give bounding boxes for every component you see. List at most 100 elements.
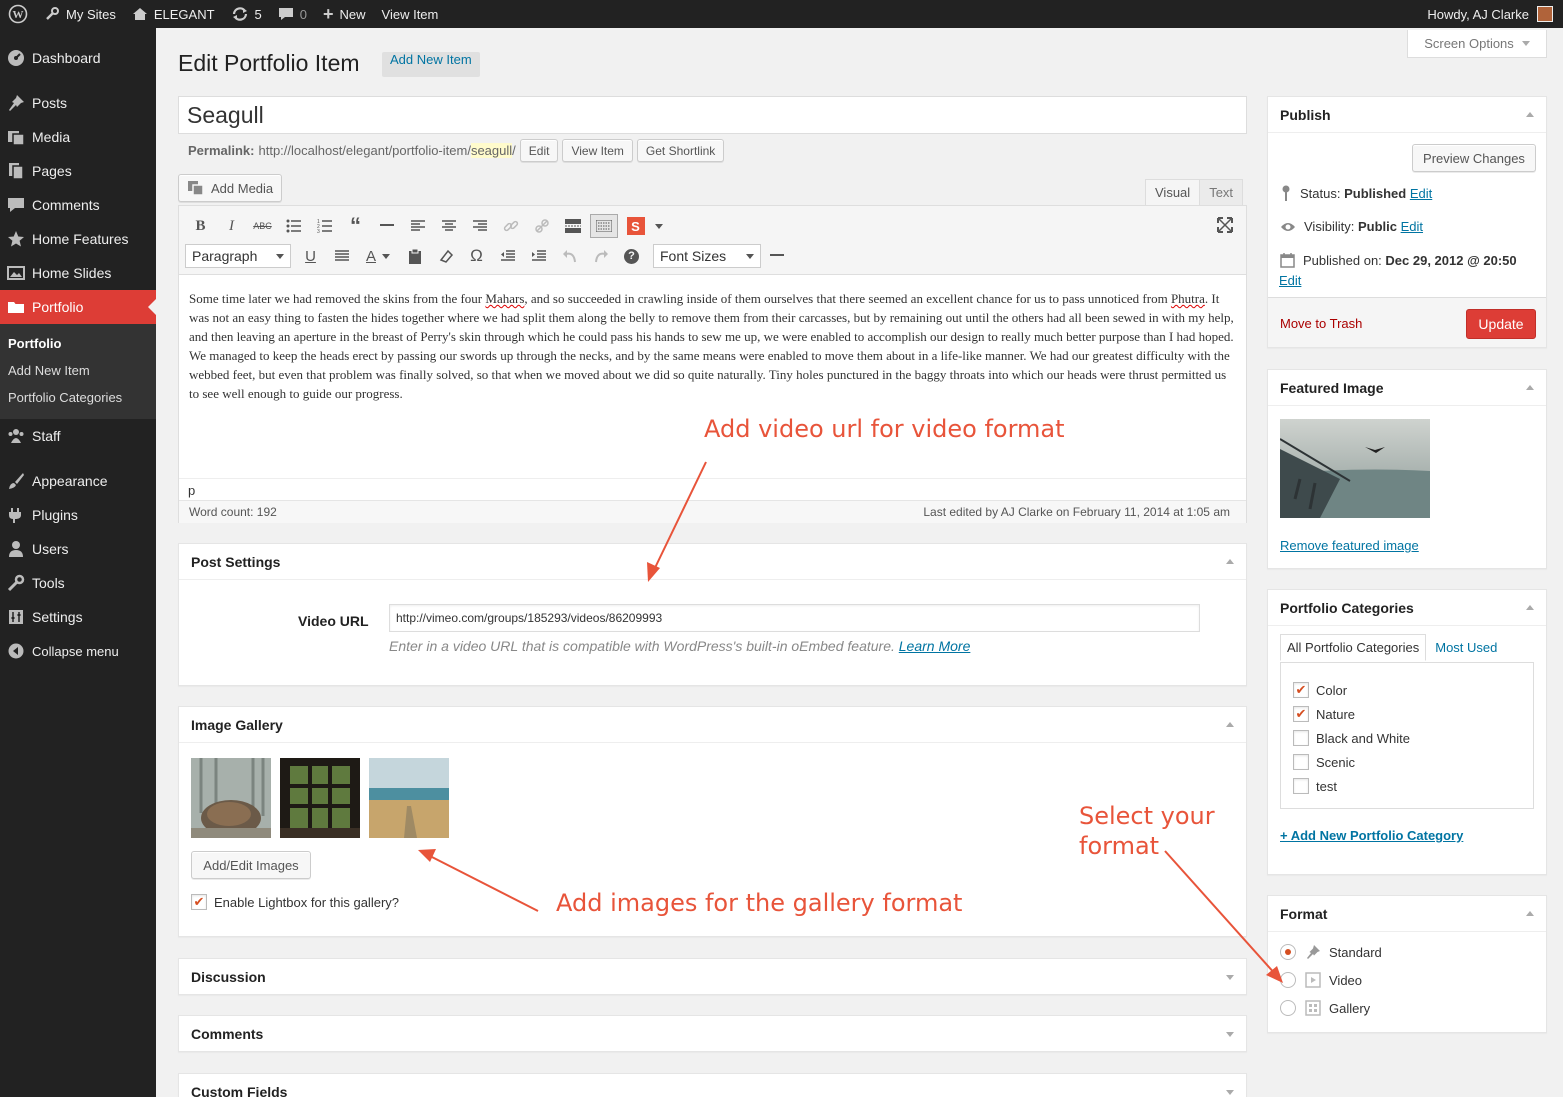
- fullscreen-icon[interactable]: [1209, 212, 1240, 238]
- category-checkbox[interactable]: ✔: [1293, 706, 1309, 722]
- sidebar-item-media[interactable]: Media: [0, 120, 156, 154]
- edit-permalink-button[interactable]: Edit: [519, 139, 559, 162]
- align-right-icon[interactable]: [464, 213, 495, 239]
- screen-options-button[interactable]: Screen Options: [1407, 30, 1547, 58]
- format-radio-standard[interactable]: [1280, 944, 1296, 960]
- sidebar-item-staff[interactable]: Staff: [0, 419, 156, 453]
- paste-text-icon[interactable]: [399, 243, 430, 269]
- submenu-item-categories[interactable]: Portfolio Categories: [0, 384, 156, 411]
- add-edit-images-button[interactable]: Add/Edit Images: [191, 851, 311, 879]
- gallery-thumbnail-firewood[interactable]: [191, 758, 271, 838]
- sidebar-item-settings[interactable]: Settings: [0, 600, 156, 634]
- new-content-menu[interactable]: + New: [315, 0, 374, 28]
- edit-date-link[interactable]: Edit: [1279, 273, 1301, 288]
- add-media-button[interactable]: Add Media: [178, 174, 283, 202]
- tab-text[interactable]: Text: [1200, 179, 1244, 206]
- sidebar-item-home-features[interactable]: Home Features: [0, 222, 156, 256]
- get-shortlink-button[interactable]: Get Shortlink: [636, 139, 725, 162]
- collapse-arrow-icon[interactable]: [1226, 559, 1234, 564]
- submenu-item-add-new[interactable]: Add New Item: [0, 357, 156, 384]
- featured-image-header[interactable]: Featured Image: [1268, 370, 1546, 406]
- collapse-arrow-icon[interactable]: [1226, 722, 1234, 727]
- font-sizes-select[interactable]: Font Sizes: [653, 244, 761, 268]
- preview-changes-button[interactable]: Preview Changes: [1412, 144, 1536, 172]
- help-icon[interactable]: ?: [616, 243, 647, 269]
- paragraph-format-select[interactable]: Paragraph: [185, 244, 291, 268]
- update-button[interactable]: Update: [1466, 309, 1536, 339]
- sidebar-item-comments[interactable]: Comments: [0, 188, 156, 222]
- sidebar-item-plugins[interactable]: Plugins: [0, 498, 156, 532]
- comments-menu[interactable]: 0: [270, 0, 315, 28]
- remove-featured-image-link[interactable]: Remove featured image: [1280, 538, 1419, 553]
- collapse-arrow-icon[interactable]: [1526, 911, 1534, 916]
- sidebar-item-users[interactable]: Users: [0, 532, 156, 566]
- editor-content[interactable]: Some time later we had removed the skins…: [189, 289, 1239, 403]
- add-new-category-link[interactable]: + Add New Portfolio Category: [1280, 828, 1463, 843]
- indent-icon[interactable]: [523, 243, 554, 269]
- sidebar-item-dashboard[interactable]: Dashboard: [0, 41, 156, 75]
- category-checkbox[interactable]: [1293, 778, 1309, 794]
- sidebar-item-pages[interactable]: Pages: [0, 154, 156, 188]
- add-new-item-button[interactable]: Add New Item: [382, 52, 480, 77]
- link-icon[interactable]: [495, 213, 526, 239]
- move-to-trash-link[interactable]: Move to Trash: [1280, 316, 1362, 331]
- discussion-header[interactable]: Discussion: [179, 959, 1246, 995]
- sidebar-item-appearance[interactable]: Appearance: [0, 464, 156, 498]
- align-center-icon[interactable]: [433, 213, 464, 239]
- avatar[interactable]: [1537, 6, 1553, 22]
- updates-menu[interactable]: 5: [223, 0, 270, 28]
- collapse-arrow-icon[interactable]: [1526, 385, 1534, 390]
- video-url-input[interactable]: http://vimeo.com/groups/185293/videos/86…: [389, 604, 1200, 632]
- format-radio-video[interactable]: [1280, 972, 1296, 988]
- align-left-icon[interactable]: [402, 213, 433, 239]
- special-character-icon[interactable]: Ω: [461, 243, 492, 269]
- image-gallery-header[interactable]: Image Gallery: [179, 707, 1246, 743]
- s-plugin-icon[interactable]: S: [620, 213, 651, 239]
- clear-formatting-icon[interactable]: [430, 243, 461, 269]
- sidebar-item-home-slides[interactable]: Home Slides: [0, 256, 156, 290]
- bold-icon[interactable]: B: [185, 213, 216, 239]
- edit-status-link[interactable]: Edit: [1410, 186, 1432, 201]
- wordpress-logo-icon[interactable]: W: [0, 0, 36, 28]
- featured-image-thumbnail[interactable]: [1280, 419, 1430, 518]
- format-radio-gallery[interactable]: [1280, 1000, 1296, 1016]
- italic-icon[interactable]: I: [216, 213, 247, 239]
- post-title-input[interactable]: Seagull: [178, 96, 1247, 134]
- lightbox-checkbox[interactable]: ✔: [191, 894, 207, 910]
- gallery-thumbnail-window[interactable]: [280, 758, 360, 838]
- horizontal-line-icon[interactable]: [371, 213, 402, 239]
- category-checkbox[interactable]: [1293, 730, 1309, 746]
- learn-more-link[interactable]: Learn More: [899, 638, 971, 654]
- horizontal-rule-icon[interactable]: [761, 243, 792, 269]
- edit-visibility-link[interactable]: Edit: [1401, 219, 1423, 234]
- submenu-item-portfolio[interactable]: Portfolio: [0, 330, 156, 357]
- undo-icon[interactable]: [554, 243, 585, 269]
- read-more-icon[interactable]: [557, 213, 588, 239]
- unlink-icon[interactable]: [526, 213, 557, 239]
- text-color-icon[interactable]: A: [357, 243, 399, 269]
- underline-icon[interactable]: U: [295, 243, 326, 269]
- category-checkbox[interactable]: [1293, 754, 1309, 770]
- sidebar-item-portfolio[interactable]: Portfolio: [0, 290, 156, 324]
- bullet-list-icon[interactable]: [278, 213, 309, 239]
- collapse-arrow-icon[interactable]: [1526, 112, 1534, 117]
- format-header[interactable]: Format: [1268, 896, 1546, 932]
- custom-fields-header[interactable]: Custom Fields: [179, 1074, 1246, 1097]
- comments-header[interactable]: Comments: [179, 1016, 1246, 1052]
- expand-arrow-icon[interactable]: [1226, 974, 1234, 980]
- my-sites-menu[interactable]: My Sites: [36, 0, 124, 28]
- tab-all-categories[interactable]: All Portfolio Categories: [1280, 634, 1427, 661]
- view-item-button[interactable]: View Item: [562, 139, 633, 162]
- post-settings-header[interactable]: Post Settings: [179, 544, 1246, 580]
- strikethrough-icon[interactable]: ABC: [247, 213, 278, 239]
- site-name-menu[interactable]: ELEGANT: [124, 0, 223, 28]
- outdent-icon[interactable]: [492, 243, 523, 269]
- redo-icon[interactable]: [585, 243, 616, 269]
- gallery-thumbnail-beach[interactable]: [369, 758, 449, 838]
- collapse-arrow-icon[interactable]: [1526, 605, 1534, 610]
- tab-most-used[interactable]: Most Used: [1426, 634, 1506, 661]
- howdy-account-menu[interactable]: Howdy, AJ Clarke: [1427, 7, 1529, 22]
- category-checkbox[interactable]: ✔: [1293, 682, 1309, 698]
- tab-visual[interactable]: Visual: [1145, 179, 1201, 206]
- expand-arrow-icon[interactable]: [1226, 1031, 1234, 1037]
